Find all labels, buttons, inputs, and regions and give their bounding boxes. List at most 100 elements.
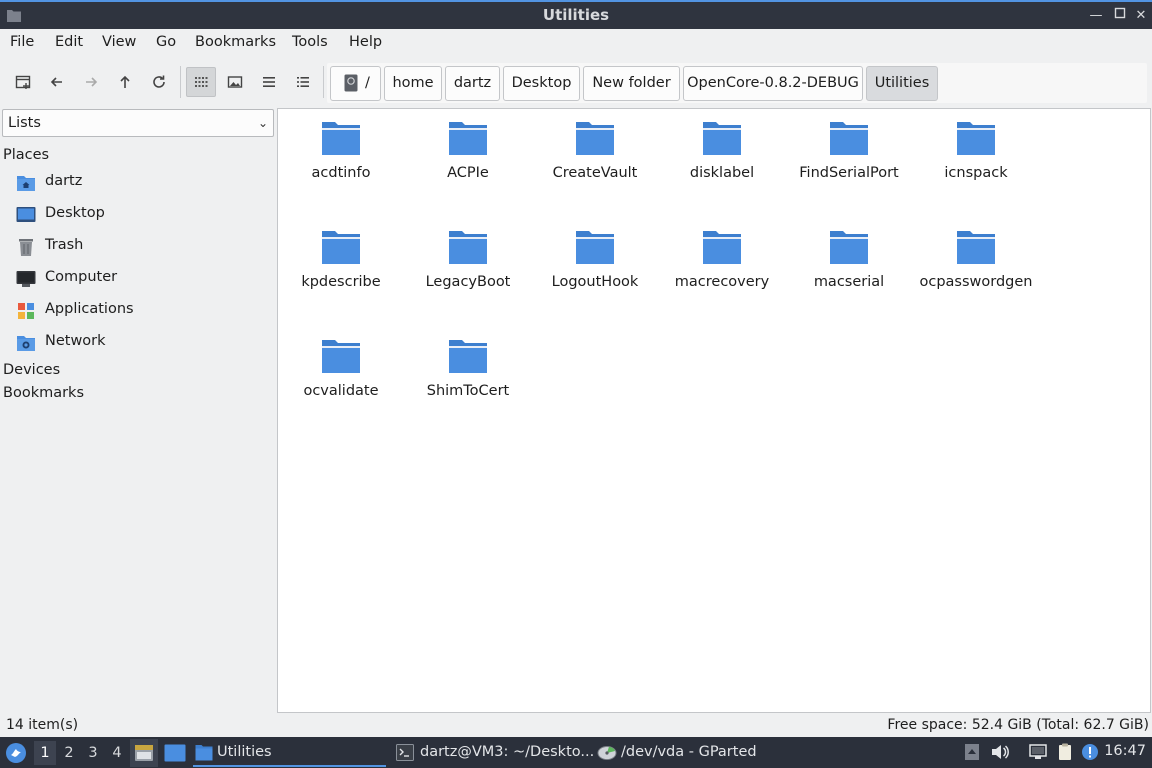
folder-item[interactable]: ocvalidate <box>278 329 404 429</box>
update-notification-icon[interactable] <box>1080 742 1100 762</box>
folder-item[interactable]: ACPIe <box>405 111 531 211</box>
folder-item[interactable]: LegacyBoot <box>405 220 531 320</box>
back-button[interactable] <box>42 67 72 97</box>
folder-item[interactable]: CreateVault <box>532 111 658 211</box>
folder-item[interactable]: FindSerialPort <box>786 111 912 211</box>
maximize-icon[interactable] <box>1111 7 1129 25</box>
places-header[interactable]: Places <box>3 147 49 163</box>
folder-icon <box>957 231 995 264</box>
folder-icon <box>830 231 868 264</box>
grid-icon <box>195 77 208 87</box>
breadcrumb-new-folder[interactable]: New folder <box>583 66 680 101</box>
gparted-icon <box>597 746 617 760</box>
folder-icon <box>449 340 487 373</box>
volume-icon[interactable] <box>990 742 1010 762</box>
sidebar-item-network[interactable]: Network <box>16 331 266 355</box>
sidebar-item-desktop[interactable]: Desktop <box>16 203 266 227</box>
menu-tools[interactable]: Tools <box>292 34 328 50</box>
task-gparted[interactable]: /dev/vda - GParted <box>597 739 797 767</box>
folder-item[interactable]: ocpasswordgen <box>913 220 1039 320</box>
menu-help[interactable]: Help <box>349 34 382 50</box>
thumbnail-view-button[interactable] <box>220 67 250 97</box>
breadcrumb-desktop[interactable]: Desktop <box>503 66 580 101</box>
desktop-3-button[interactable]: 3 <box>82 741 104 765</box>
folder-icon <box>703 231 741 264</box>
forward-button[interactable] <box>76 67 106 97</box>
menu-edit[interactable]: Edit <box>55 34 83 50</box>
quicklaunch-file-manager[interactable] <box>130 739 158 767</box>
tray-expand-icon[interactable] <box>962 742 982 762</box>
folder-item[interactable]: LogoutHook <box>532 220 658 320</box>
image-icon <box>227 76 243 88</box>
window-title: Utilities <box>542 6 610 24</box>
detailed-view-button[interactable] <box>288 67 318 97</box>
folder-icon <box>449 231 487 264</box>
menu-bookmarks[interactable]: Bookmarks <box>195 34 276 50</box>
toolbar-separator <box>323 66 324 98</box>
file-manager-icon <box>135 745 153 761</box>
network-icon <box>17 336 35 351</box>
sidebar-item-trash[interactable]: Trash <box>16 235 266 259</box>
folder-item[interactable]: ShimToCert <box>405 329 531 429</box>
window-titlebar[interactable]: Utilities — ✕ <box>0 0 1152 29</box>
desktop-4-button[interactable]: 4 <box>106 741 128 765</box>
folder-icon <box>322 231 360 264</box>
list-icon <box>263 77 275 87</box>
folder-item[interactable]: macserial <box>786 220 912 320</box>
folder-icon <box>322 122 360 155</box>
sidebar-item-dartz[interactable]: dartz <box>16 171 266 195</box>
toolbar-separator <box>180 66 181 98</box>
terminal-icon <box>396 744 414 761</box>
folder-item[interactable]: macrecovery <box>659 220 785 320</box>
close-icon[interactable]: ✕ <box>1132 7 1150 25</box>
side-panel-select[interactable]: Lists ⌄ <box>2 109 274 137</box>
chevron-down-icon: ⌄ <box>257 116 268 130</box>
folder-item[interactable]: disklabel <box>659 111 785 211</box>
breadcrumb-opencore[interactable]: OpenCore-0.8.2-DEBUG <box>683 66 863 101</box>
folder-icon <box>195 745 213 761</box>
start-menu-icon[interactable] <box>5 742 27 764</box>
devices-header[interactable]: Devices <box>3 362 60 378</box>
breadcrumb-utilities[interactable]: Utilities <box>866 66 938 101</box>
sidebar-item-applications[interactable]: Applications <box>16 299 266 323</box>
reload-icon <box>153 75 165 88</box>
task-utilities[interactable]: Utilities <box>193 739 386 767</box>
breadcrumb: / home dartz Desktop New folder OpenCore… <box>327 63 1147 103</box>
computer-icon <box>16 271 36 287</box>
icon-view-button[interactable] <box>186 67 216 97</box>
sidebar-item-computer[interactable]: Computer <box>16 267 266 291</box>
file-view[interactable]: acdtinfo ACPIe CreateVault disklabel Fin… <box>277 108 1151 713</box>
clipboard-icon[interactable] <box>1055 742 1075 762</box>
reload-button[interactable] <box>144 67 174 97</box>
menu-file[interactable]: File <box>10 34 34 50</box>
new-tab-button[interactable] <box>8 67 38 97</box>
folder-icon <box>830 122 868 155</box>
sidebar: Lists ⌄ Places dartz Desktop Trash Compu… <box>0 107 277 713</box>
quicklaunch-show-desktop[interactable] <box>161 739 189 767</box>
compact-view-button[interactable] <box>254 67 284 97</box>
minimize-icon[interactable]: — <box>1087 7 1105 25</box>
desktop-2-button[interactable]: 2 <box>58 741 80 765</box>
breadcrumb-dartz[interactable]: dartz <box>445 66 500 101</box>
bookmarks-header[interactable]: Bookmarks <box>3 385 84 401</box>
menu-go[interactable]: Go <box>156 34 176 50</box>
home-folder-icon <box>17 176 35 191</box>
item-count: 14 item(s) <box>6 717 79 733</box>
task-terminal[interactable]: dartz@VM3: ~/Deskto... <box>396 739 594 767</box>
menu-view[interactable]: View <box>102 34 136 50</box>
folder-item[interactable]: acdtinfo <box>278 111 404 211</box>
new-tab-icon <box>15 75 31 89</box>
breadcrumb-home[interactable]: home <box>384 66 442 101</box>
breadcrumb-root[interactable]: / <box>330 66 381 101</box>
folder-item[interactable]: kpdescribe <box>278 220 404 320</box>
folder-icon <box>957 122 995 155</box>
arrow-up-icon <box>120 75 130 88</box>
up-button[interactable] <box>110 67 140 97</box>
desktop-icon <box>164 744 186 762</box>
folder-icon <box>703 122 741 155</box>
network-tray-icon[interactable] <box>1028 742 1048 762</box>
clock[interactable]: 16:47 <box>1104 743 1146 759</box>
folder-item[interactable]: icnspack <box>913 111 1039 211</box>
taskbar: 1 2 3 4 Utilities dartz@VM3: ~/Deskto...… <box>0 737 1152 768</box>
desktop-1-button[interactable]: 1 <box>34 741 56 765</box>
